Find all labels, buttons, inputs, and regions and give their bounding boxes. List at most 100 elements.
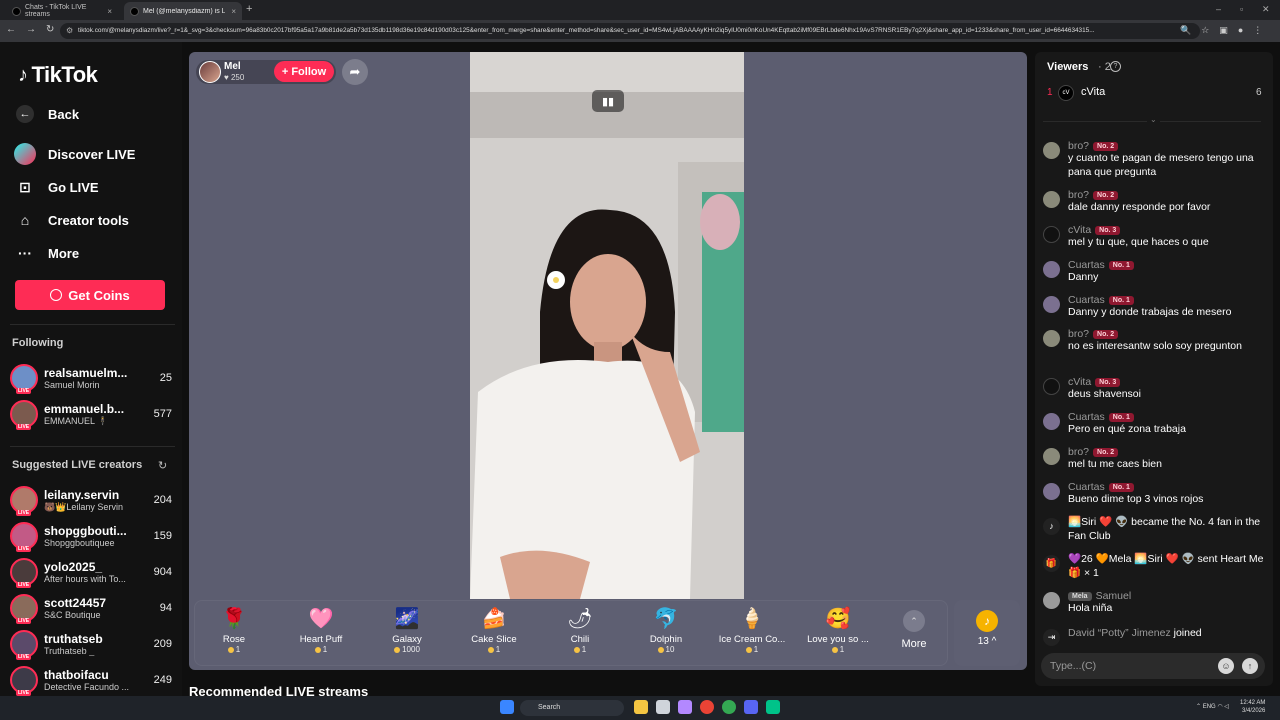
tiktok-logo[interactable]: ♪ TikTok [18, 62, 98, 88]
joined-username[interactable]: David “Potty” Jimenez [1068, 627, 1171, 639]
heart-icon: ♥ [224, 73, 231, 82]
gift-item-chili[interactable]: 🌶 Chili 1 [537, 604, 623, 654]
app-icon[interactable] [766, 700, 780, 714]
refresh-icon[interactable]: ↻ [158, 459, 167, 472]
help-icon[interactable]: ? [1110, 61, 1121, 72]
love-face-icon: 🥰 [825, 608, 851, 630]
chat-username[interactable]: Cuartas [1068, 481, 1105, 493]
host-name[interactable]: Mel [224, 61, 241, 72]
browser-tab-chats[interactable]: Chats - TikTok LIVE streams × [6, 2, 118, 20]
extensions-icon[interactable]: ▣ [1219, 25, 1228, 36]
avatar[interactable] [1043, 448, 1060, 465]
avatar[interactable] [1043, 330, 1060, 347]
windows-start-icon[interactable] [500, 700, 514, 714]
pause-icon[interactable]: ▮▮ [592, 90, 624, 112]
taskbar-search[interactable]: Search [520, 700, 624, 716]
gift-item-ice-cream-cone[interactable]: 🍦 Ice Cream Co... 1 [709, 604, 795, 654]
following-creator[interactable]: LIVE emmanuel.b... EMMANUEL 🕴 577 [10, 398, 172, 430]
viewer-avatar[interactable]: cV [1058, 85, 1074, 101]
chat-username[interactable]: cVita [1068, 224, 1091, 236]
maximize-icon[interactable]: ▫ [1240, 4, 1243, 14]
forward-nav-icon[interactable]: → [26, 24, 36, 35]
sidebar-item-go-live[interactable]: ⊡ Go LIVE [14, 176, 98, 198]
gift-item-love-you-so-much[interactable]: 🥰 Love you so ... 1 [795, 604, 881, 654]
sidebar-item-creator-tools[interactable]: ⌂ Creator tools [14, 209, 129, 231]
gift-item-dolphin[interactable]: 🐬 Dolphin 10 [623, 604, 709, 654]
language-indicator[interactable]: ENG [1203, 704, 1216, 710]
chat-username[interactable]: cVita [1068, 376, 1091, 388]
suggested-creator[interactable]: LIVE truthatseb Truthatseb _ 209 [10, 628, 172, 660]
avatar[interactable] [1043, 142, 1060, 159]
discord-icon[interactable] [744, 700, 758, 714]
gift-name: Love you so ... [807, 634, 869, 645]
chevron-up-icon[interactable]: ⌃ [1196, 704, 1203, 710]
avatar[interactable] [1043, 261, 1060, 278]
coin-balance-button[interactable]: ♪ 13 ^ [954, 600, 1020, 666]
gift-item-cake-slice[interactable]: 🍰 Cake Slice 1 [451, 604, 537, 654]
suggested-creator[interactable]: LIVE shopggbouti... Shopggboutiquee 159 [10, 520, 172, 552]
file-explorer-icon[interactable] [634, 700, 648, 714]
suggested-creator[interactable]: LIVE thatboifacu Detective Facundo ... 24… [10, 664, 172, 696]
chrome-profile-icon[interactable] [722, 700, 736, 714]
gift-name: Chili [570, 634, 590, 645]
close-tab-icon[interactable]: × [231, 7, 236, 16]
suggested-creator[interactable]: LIVE scott24457 S&C Boutique 94 [10, 592, 172, 624]
wifi-icon[interactable]: ◠ [1216, 704, 1222, 710]
chat-username[interactable]: Samuel [1096, 590, 1132, 602]
avatar[interactable] [1043, 296, 1060, 313]
emoji-icon[interactable]: ☺ [1218, 658, 1234, 674]
profile-icon[interactable]: ● [1238, 25, 1243, 36]
avatar[interactable] [1043, 191, 1060, 208]
close-tab-icon[interactable]: × [107, 7, 112, 16]
gift-item-rose[interactable]: 🌹 Rose 1 [191, 604, 277, 654]
suggested-creator[interactable]: LIVE yolo2025_ After hours with To... 904 [10, 556, 172, 588]
chat-username[interactable]: bro? [1068, 140, 1089, 152]
zoom-icon[interactable]: 🔍 [1180, 25, 1191, 36]
back-nav-icon[interactable]: ← [6, 24, 16, 35]
site-info-icon[interactable]: ⚙ [66, 26, 73, 35]
avatar[interactable] [1043, 413, 1060, 430]
reload-icon[interactable]: ↻ [46, 24, 54, 35]
viewer-name[interactable]: cVita [1081, 86, 1105, 98]
chat-username[interactable]: bro? [1068, 446, 1089, 458]
chrome-icon[interactable] [700, 700, 714, 714]
chat-username[interactable]: Cuartas [1068, 294, 1105, 306]
more-gifts-button[interactable]: ⌃ More [898, 604, 930, 650]
gift-item-heart-puff[interactable]: 🩷 Heart Puff 1 [278, 604, 364, 654]
minimize-icon[interactable]: – [1216, 4, 1221, 14]
chevron-down-icon[interactable]: ⌄ [1147, 115, 1160, 124]
app-icon[interactable] [656, 700, 670, 714]
follow-button[interactable]: + Follow [274, 61, 334, 82]
chat-username[interactable]: bro? [1068, 189, 1089, 201]
address-bar[interactable]: tiktok.com/@melanysdiazm/live?_r=1&_svg=… [60, 23, 1200, 39]
chat-username[interactable]: bro? [1068, 328, 1089, 340]
bookmark-star-icon[interactable]: ☆ [1201, 25, 1209, 36]
gift-item-galaxy[interactable]: 🌌 Galaxy 1000 [364, 604, 450, 654]
avatar[interactable] [1043, 378, 1060, 395]
sidebar-item-discover-live[interactable]: Discover LIVE [14, 143, 135, 165]
avatar[interactable] [1043, 226, 1060, 243]
get-coins-button[interactable]: Get Coins [15, 280, 165, 310]
chat-username[interactable]: Cuartas [1068, 259, 1105, 271]
host-avatar[interactable] [199, 61, 221, 83]
suggested-creator[interactable]: LIVE leilany.servin 🐻👑Leilany Servin 204 [10, 484, 172, 516]
live-video[interactable] [470, 52, 744, 599]
taskbar-clock[interactable]: 12:42 AM 3/4/2026 [1240, 699, 1265, 715]
volume-icon[interactable]: ◁ [1223, 704, 1229, 710]
send-icon[interactable]: ↑ [1242, 658, 1258, 674]
sidebar-item-back[interactable]: ← Back [14, 103, 79, 125]
browser-tab-live[interactable]: Mel (@melanysdiazm) is LIVE × [124, 2, 242, 20]
browser-menu-icon[interactable]: ⋮ [1253, 25, 1262, 36]
new-tab-icon[interactable]: + [246, 3, 252, 15]
fan-rank-badge: No. 2 [1093, 329, 1119, 339]
following-creator[interactable]: LIVE realsamuelm... Samuel Morin 25 [10, 362, 172, 394]
close-window-icon[interactable]: ✕ [1262, 4, 1270, 15]
creator-name: leilany.servin [44, 487, 120, 502]
avatar[interactable] [1043, 592, 1060, 609]
photos-icon[interactable] [678, 700, 692, 714]
chat-username[interactable]: Cuartas [1068, 411, 1105, 423]
join-icon: ⇥ [1043, 629, 1060, 646]
avatar[interactable] [1043, 483, 1060, 500]
share-icon[interactable]: ➦ [342, 59, 368, 85]
sidebar-item-more[interactable]: ··· More [14, 242, 79, 264]
